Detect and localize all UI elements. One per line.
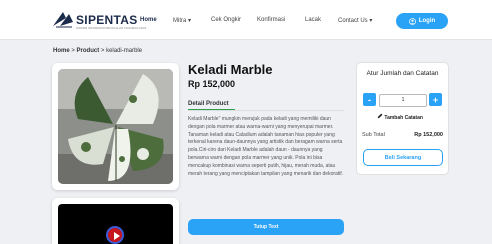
nav-cek-ongkir[interactable]: Cek Ongkir [211, 17, 241, 23]
navbar: SIPENTAS SISTEM INFORMASI PENJUALAN TANA… [0, 0, 492, 40]
buy-now-button[interactable]: Beli Sekarang [363, 149, 443, 166]
breadcrumb-product[interactable]: Product [77, 48, 100, 54]
add-note-label: Tambah Catatan [384, 115, 423, 121]
tab-detail-product[interactable]: Detail Product [188, 101, 229, 107]
breadcrumb-home[interactable]: Home [53, 48, 70, 54]
product-price: Rp 152,000 [188, 79, 236, 89]
nav-contact-us[interactable]: Contact Us ▾ [338, 17, 372, 24]
product-video[interactable] [58, 204, 173, 244]
product-video-card [52, 198, 179, 244]
breadcrumb-separator: > [71, 48, 75, 54]
login-button[interactable]: Login [396, 13, 448, 29]
nav-lacak[interactable]: Lacak [305, 17, 321, 23]
subtotal-value: Rp 152,000 [414, 132, 443, 138]
play-icon[interactable] [106, 226, 124, 244]
increase-quantity-button[interactable]: + [429, 93, 442, 106]
nav-konfirmasi[interactable]: Konfirmasi [257, 17, 285, 23]
tab-divider [188, 110, 344, 111]
nav-home[interactable]: Home [140, 17, 157, 23]
leaf-logo-icon[interactable] [52, 10, 74, 28]
pencil-icon [377, 113, 383, 119]
quantity-input[interactable]: 1 [379, 94, 427, 107]
nav-mitra[interactable]: Mitra ▾ [173, 17, 191, 24]
close-text-button[interactable]: Tutup Text [188, 219, 344, 235]
breadcrumb: Home > Product > keladi-marble [53, 48, 142, 54]
subtotal-label: Sub Total [362, 132, 385, 138]
product-title: Keladi Marble [188, 62, 273, 77]
product-photo[interactable] [58, 69, 173, 184]
brand-tagline: SISTEM INFORMASI PENJUALAN TANAMAN HIAS [76, 26, 147, 30]
decrease-quantity-button[interactable]: - [363, 93, 376, 106]
order-panel-title: Atur Jumlah dan Catatan [366, 70, 439, 77]
login-label: Login [418, 18, 436, 24]
product-image-card [52, 63, 179, 190]
add-note-link[interactable]: Tambah Catatan [377, 113, 423, 121]
brand-name[interactable]: SIPENTAS [76, 13, 138, 27]
breadcrumb-separator: > [100, 48, 105, 54]
user-icon [408, 17, 416, 25]
breadcrumb-current: keladi-marble [106, 48, 143, 54]
product-description: Keladi Marble" mungkin merujuk pada kela… [188, 116, 344, 177]
order-panel: Atur Jumlah dan Catatan - 1 + Tambah Cat… [356, 62, 449, 175]
product-page: SIPENTAS SISTEM INFORMASI PENJUALAN TANA… [0, 0, 492, 244]
